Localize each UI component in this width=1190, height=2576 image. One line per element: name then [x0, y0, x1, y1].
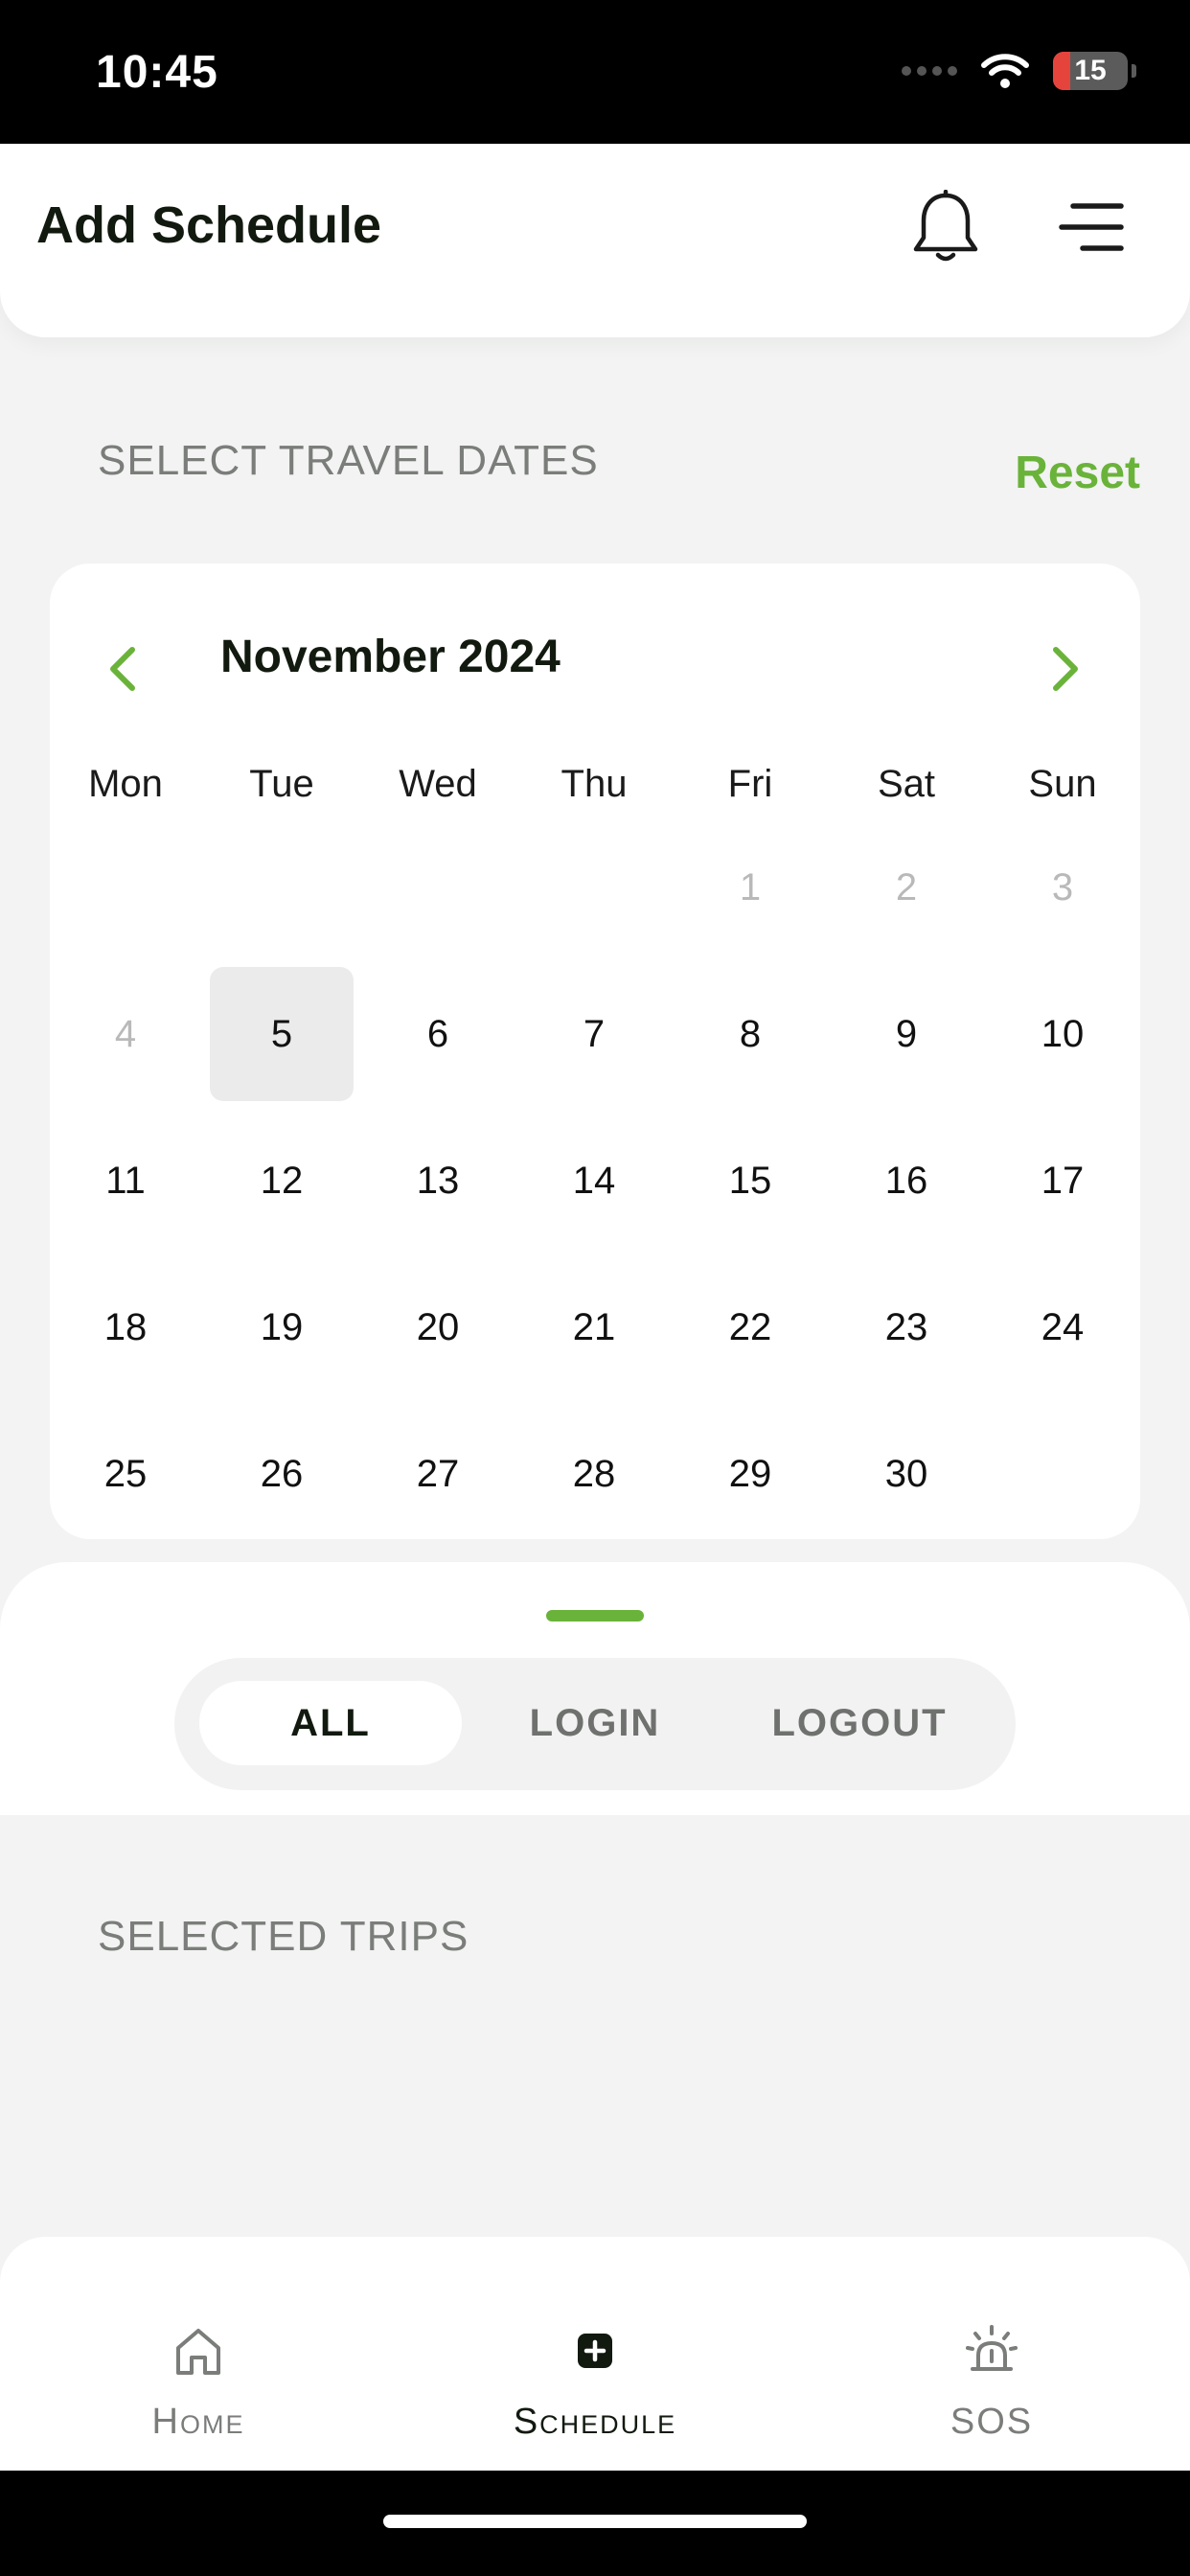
next-month-button[interactable] [1046, 642, 1085, 696]
add-square-icon [578, 2334, 612, 2368]
nav-label-home: Home [151, 2402, 245, 2442]
tab-login[interactable]: LOGIN [464, 1681, 726, 1765]
calendar-day[interactable]: 15 [683, 1114, 817, 1248]
weekday-label: Tue [249, 763, 314, 805]
nav-item-sos[interactable]: SOS [848, 2237, 1135, 2471]
weekday-label: Fri [727, 763, 773, 805]
weekday-header: Mon Tue Wed Thu Fri Sat Sun [50, 763, 1140, 820]
battery-level: 15 [1074, 55, 1107, 86]
sheet-drag-handle[interactable] [546, 1610, 644, 1622]
page-title: Add Schedule [36, 196, 382, 254]
calendar-day[interactable]: 21 [527, 1260, 661, 1394]
calendar-day[interactable]: 7 [527, 967, 661, 1101]
calendar-day[interactable]: 27 [371, 1407, 505, 1541]
home-indicator[interactable] [383, 2515, 807, 2528]
calendar-month-label: November 2024 [220, 632, 561, 682]
tab-all[interactable]: ALL [199, 1681, 462, 1765]
battery-indicator: 15 [1053, 52, 1128, 90]
siren-icon [966, 2325, 1018, 2371]
nav-label-sos: SOS [950, 2402, 1034, 2442]
calendar-day[interactable]: 5 [210, 967, 354, 1101]
calendar-day[interactable]: 16 [839, 1114, 973, 1248]
weekday-label: Sat [877, 763, 936, 805]
calendar-day[interactable]: 23 [839, 1260, 973, 1394]
calendar-day[interactable]: 19 [215, 1260, 349, 1394]
home-indicator-area [0, 2471, 1190, 2576]
calendar-day[interactable]: 28 [527, 1407, 661, 1541]
status-bar: 10:45 15 [0, 0, 1190, 144]
calendar-day[interactable]: 14 [527, 1114, 661, 1248]
notifications-button[interactable] [910, 189, 981, 264]
calendar-day[interactable]: 10 [995, 967, 1130, 1101]
calendar-day: 3 [1051, 865, 1074, 908]
calendar-day[interactable]: 25 [58, 1407, 193, 1541]
calendar-day[interactable]: 18 [58, 1260, 193, 1394]
previous-month-button[interactable] [103, 642, 142, 696]
app-header: Add Schedule [0, 144, 1190, 337]
calendar-day[interactable]: 30 [839, 1407, 973, 1541]
calendar-day[interactable]: 11 [58, 1114, 193, 1248]
weekday-label: Thu [561, 763, 628, 805]
weekday-label: Mon [88, 763, 163, 805]
calendar-day[interactable]: 22 [683, 1260, 817, 1394]
home-icon [176, 2329, 220, 2375]
nav-item-schedule[interactable]: Schedule [451, 2237, 739, 2471]
selected-trips-label: SELECTED TRIPS [98, 1913, 469, 1960]
chevron-left-icon [110, 647, 135, 691]
calendar-day[interactable]: 29 [683, 1407, 817, 1541]
calendar-day: 1 [739, 865, 762, 908]
calendar-day[interactable]: 20 [371, 1260, 505, 1394]
weekday-label: Wed [399, 763, 477, 805]
nav-item-home[interactable]: Home [55, 2237, 342, 2471]
calendar-day[interactable]: 24 [995, 1260, 1130, 1394]
wifi-icon [981, 54, 1029, 88]
status-time: 10:45 [96, 47, 218, 98]
nav-label-schedule: Schedule [513, 2402, 677, 2442]
weekday-label: Sun [1028, 763, 1097, 805]
calendar-day[interactable]: 6 [371, 967, 505, 1101]
calendar-day[interactable]: 17 [995, 1114, 1130, 1248]
calendar-day[interactable]: 9 [839, 967, 973, 1101]
bell-icon [913, 189, 978, 262]
trip-filter-sheet: ALL LOGIN LOGOUT [0, 1562, 1190, 1815]
calendar-day[interactable]: 13 [371, 1114, 505, 1248]
trip-filter-tabs: ALL LOGIN LOGOUT [174, 1658, 1016, 1790]
reset-button[interactable]: Reset [1015, 447, 1140, 499]
calendar-day: 4 [114, 1012, 137, 1055]
calendar-day[interactable]: 12 [215, 1114, 349, 1248]
calendar-day[interactable]: 26 [215, 1407, 349, 1541]
calendar-day[interactable]: 8 [683, 967, 817, 1101]
hamburger-menu-icon [1059, 203, 1124, 251]
tab-logout[interactable]: LOGOUT [728, 1681, 991, 1765]
chevron-right-icon [1053, 647, 1078, 691]
calendar: November 2024 Mon Tue Wed Thu Fri Sat Su… [50, 564, 1140, 1539]
travel-dates-label: SELECT TRAVEL DATES [98, 437, 599, 484]
status-icons: 15 [902, 52, 1136, 90]
cellular-signal-icon [902, 66, 957, 76]
calendar-day: 2 [895, 865, 918, 908]
bottom-navigation: Home Schedule SOS [0, 2237, 1190, 2471]
menu-button[interactable] [1058, 201, 1125, 253]
